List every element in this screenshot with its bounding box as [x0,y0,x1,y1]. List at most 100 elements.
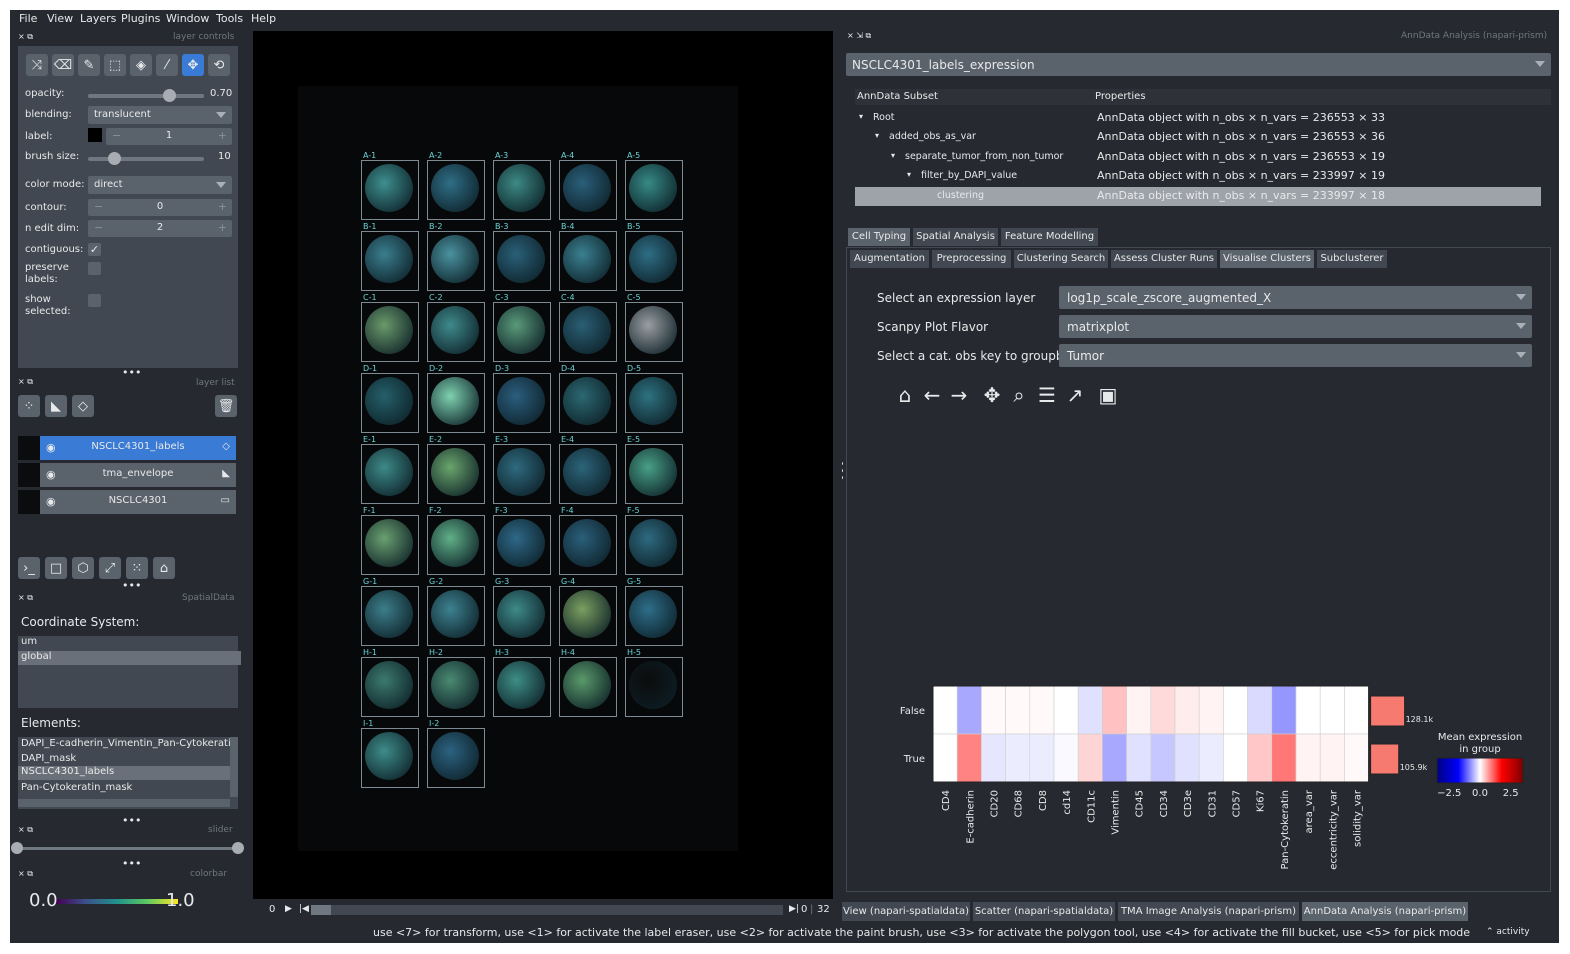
play-icon[interactable]: ▶ [285,904,292,914]
pan-icon[interactable]: ✥ [980,383,1004,407]
forward-icon[interactable]: → [947,383,971,407]
edit-axis-icon[interactable]: ↗ [1063,383,1087,407]
opacity-slider-handle[interactable] [163,89,177,102]
contour-spinbox[interactable]: − 0 + [88,199,232,216]
activity-toggle[interactable]: ⌃ activity [1486,927,1530,937]
blending-select[interactable]: translucent [88,106,232,124]
viewer-canvas[interactable]: A-1 A-2 A-3 A-4 A-5 B-1 B-2 B-3 B-4 B-5 C-1 C-2 C-3 C… [253,31,833,899]
tab-visualise-clusters[interactable]: Visualise Clusters [1220,250,1314,268]
dims-slider-handle[interactable] [311,905,331,915]
coord-item-global[interactable]: global [18,651,241,665]
groupby-select[interactable]: Tumor [1059,344,1532,367]
menu-help[interactable]: Help [251,12,276,25]
coord-item-um[interactable]: um [18,636,241,650]
splitter-handle[interactable]: ••• [122,579,141,592]
eye-icon[interactable]: ◉ [46,495,56,508]
dock-close-icon[interactable]: × ⧉ [18,869,33,879]
tree-row-clustering[interactable]: clustering AnnData object with n_obs × n… [855,187,1541,206]
bottom-tab-scatter[interactable]: Scatter (napari-spatialdata) [973,902,1115,921]
grid-icon[interactable]: ⁙ [126,557,148,579]
paint-brush-icon[interactable]: ✎ [78,54,100,76]
layer-row-tma-envelope[interactable]: ◉ tma_envelope ◣ [18,463,236,487]
opacity-slider[interactable] [88,89,204,102]
vertical-scrollbar[interactable] [230,737,238,797]
tab-feature-modelling[interactable]: Feature Modelling [1001,228,1098,246]
dims-slider-track[interactable] [311,905,783,915]
expand-arrow-icon[interactable]: ▾ [859,112,863,121]
expand-arrow-icon[interactable]: ▾ [891,151,895,160]
dock-close-icon[interactable]: × ⧉ [18,377,33,387]
plus-icon[interactable]: + [218,200,227,213]
tree-row-root[interactable]: ▾ Root AnnData object with n_obs × n_var… [855,109,1541,128]
fill-bucket-icon[interactable]: ◈ [130,54,152,76]
delete-layer-icon[interactable]: 🗑 [215,395,237,417]
ndisplay-icon[interactable]: □ [45,557,67,579]
pan-zoom-icon[interactable]: ✥ [182,54,204,76]
color-mode-select[interactable]: direct [88,176,232,194]
new-shapes-layer-icon[interactable]: ◣ [45,395,67,417]
menu-tools[interactable]: Tools [216,12,243,25]
range-slider[interactable] [16,847,240,850]
expand-arrow-icon[interactable]: ▾ [875,131,879,140]
tab-subclusterer[interactable]: Subclusterer [1317,250,1387,268]
plus-icon[interactable]: + [218,221,227,234]
zoom-icon[interactable]: ⌕ [1007,383,1031,407]
layer-row-nsclc4301[interactable]: ◉ NSCLC4301 ▭ [18,490,236,514]
label-color-swatch[interactable] [88,128,102,142]
new-points-layer-icon[interactable]: ⁘ [18,395,40,417]
bottom-tab-tma-image-analysis[interactable]: TMA Image Analysis (napari-prism) [1118,902,1299,921]
tab-augmentation[interactable]: Augmentation [850,250,929,268]
brush-size-slider[interactable] [88,152,204,165]
element-item[interactable]: DAPI_E-cadherin_Vimentin_Pan-Cytokerati [21,738,231,749]
plot-flavor-select[interactable]: matrixplot [1059,315,1532,338]
home-icon[interactable]: ⌂ [893,383,917,407]
dock-close-icon[interactable]: × ⧉ [18,825,33,835]
save-icon[interactable]: ▣ [1096,383,1120,407]
dock-close-icon[interactable]: × ⧉ [18,593,33,603]
preserve-labels-checkbox[interactable] [88,262,101,275]
transpose-icon[interactable]: ⤢ [99,557,121,579]
plus-icon[interactable]: + [218,129,227,142]
dock-close-icon[interactable]: × ⇲ ⧉ [847,31,871,41]
new-labels-layer-icon[interactable]: ◇ [72,395,94,417]
polygon-icon[interactable]: ⬚ [104,54,126,76]
back-icon[interactable]: ← [920,383,944,407]
tab-clustering-search[interactable]: Clustering Search [1014,250,1108,268]
tab-preprocessing[interactable]: Preprocessing [932,250,1011,268]
bottom-tab-anndata-analysis[interactable]: AnnData Analysis (napari-prism) [1302,902,1468,921]
horizontal-scrollbar[interactable] [18,799,230,807]
menu-window[interactable]: Window [166,12,209,25]
expression-layer-select[interactable]: log1p_scale_zscore_augmented_X [1059,286,1532,309]
element-item[interactable]: DAPI_mask [21,753,231,764]
subplots-icon[interactable]: ☰ [1035,383,1059,407]
roll-icon[interactable]: ⬡ [72,557,94,579]
picker-icon[interactable]: ⁄ [156,54,178,76]
tree-row-filter-by-dapi[interactable]: ▾ filter_by_DAPI_value AnnData object wi… [855,167,1541,186]
show-selected-checkbox[interactable] [88,294,101,307]
tab-cell-typing[interactable]: Cell Typing [848,228,910,246]
tree-row-separate-tumor[interactable]: ▾ separate_tumor_from_non_tumor AnnData … [855,148,1541,167]
element-item[interactable]: Pan-Cytokeratin_mask [21,782,231,793]
adata-selector[interactable]: NSCLC4301_labels_expression [846,53,1551,76]
label-spinbox[interactable]: − 1 + [106,128,232,145]
range-slider-max-handle[interactable] [232,842,244,854]
shuffle-icon[interactable]: ⤨ [26,54,48,76]
layer-row-nsclc4301-labels[interactable]: ◉ NSCLC4301_labels ◇ [18,436,236,460]
bottom-tab-view[interactable]: View (napari-spatialdata) [842,902,970,921]
menu-layers[interactable]: Layers [80,12,116,25]
menu-plugins[interactable]: Plugins [121,12,160,25]
brush-size-slider-handle[interactable] [107,152,121,165]
tree-row-added-obs-as-var[interactable]: ▾ added_obs_as_var AnnData object with n… [855,128,1541,147]
eye-icon[interactable]: ◉ [46,468,56,481]
contiguous-checkbox[interactable]: ✓ [88,243,101,256]
range-slider-min-handle[interactable] [11,842,23,854]
dock-close-icon[interactable]: × ⧉ [18,32,33,42]
console-icon[interactable]: ›_ [18,557,40,579]
step-back-icon[interactable]: |◀ [299,904,309,914]
tab-assess-cluster-runs[interactable]: Assess Cluster Runs [1111,250,1217,268]
home-icon[interactable]: ⌂ [153,557,175,579]
element-item-selected[interactable]: NSCLC4301_labels [18,766,231,780]
eye-icon[interactable]: ◉ [46,441,56,454]
menu-file[interactable]: File [19,12,37,25]
menu-view[interactable]: View [47,12,73,25]
